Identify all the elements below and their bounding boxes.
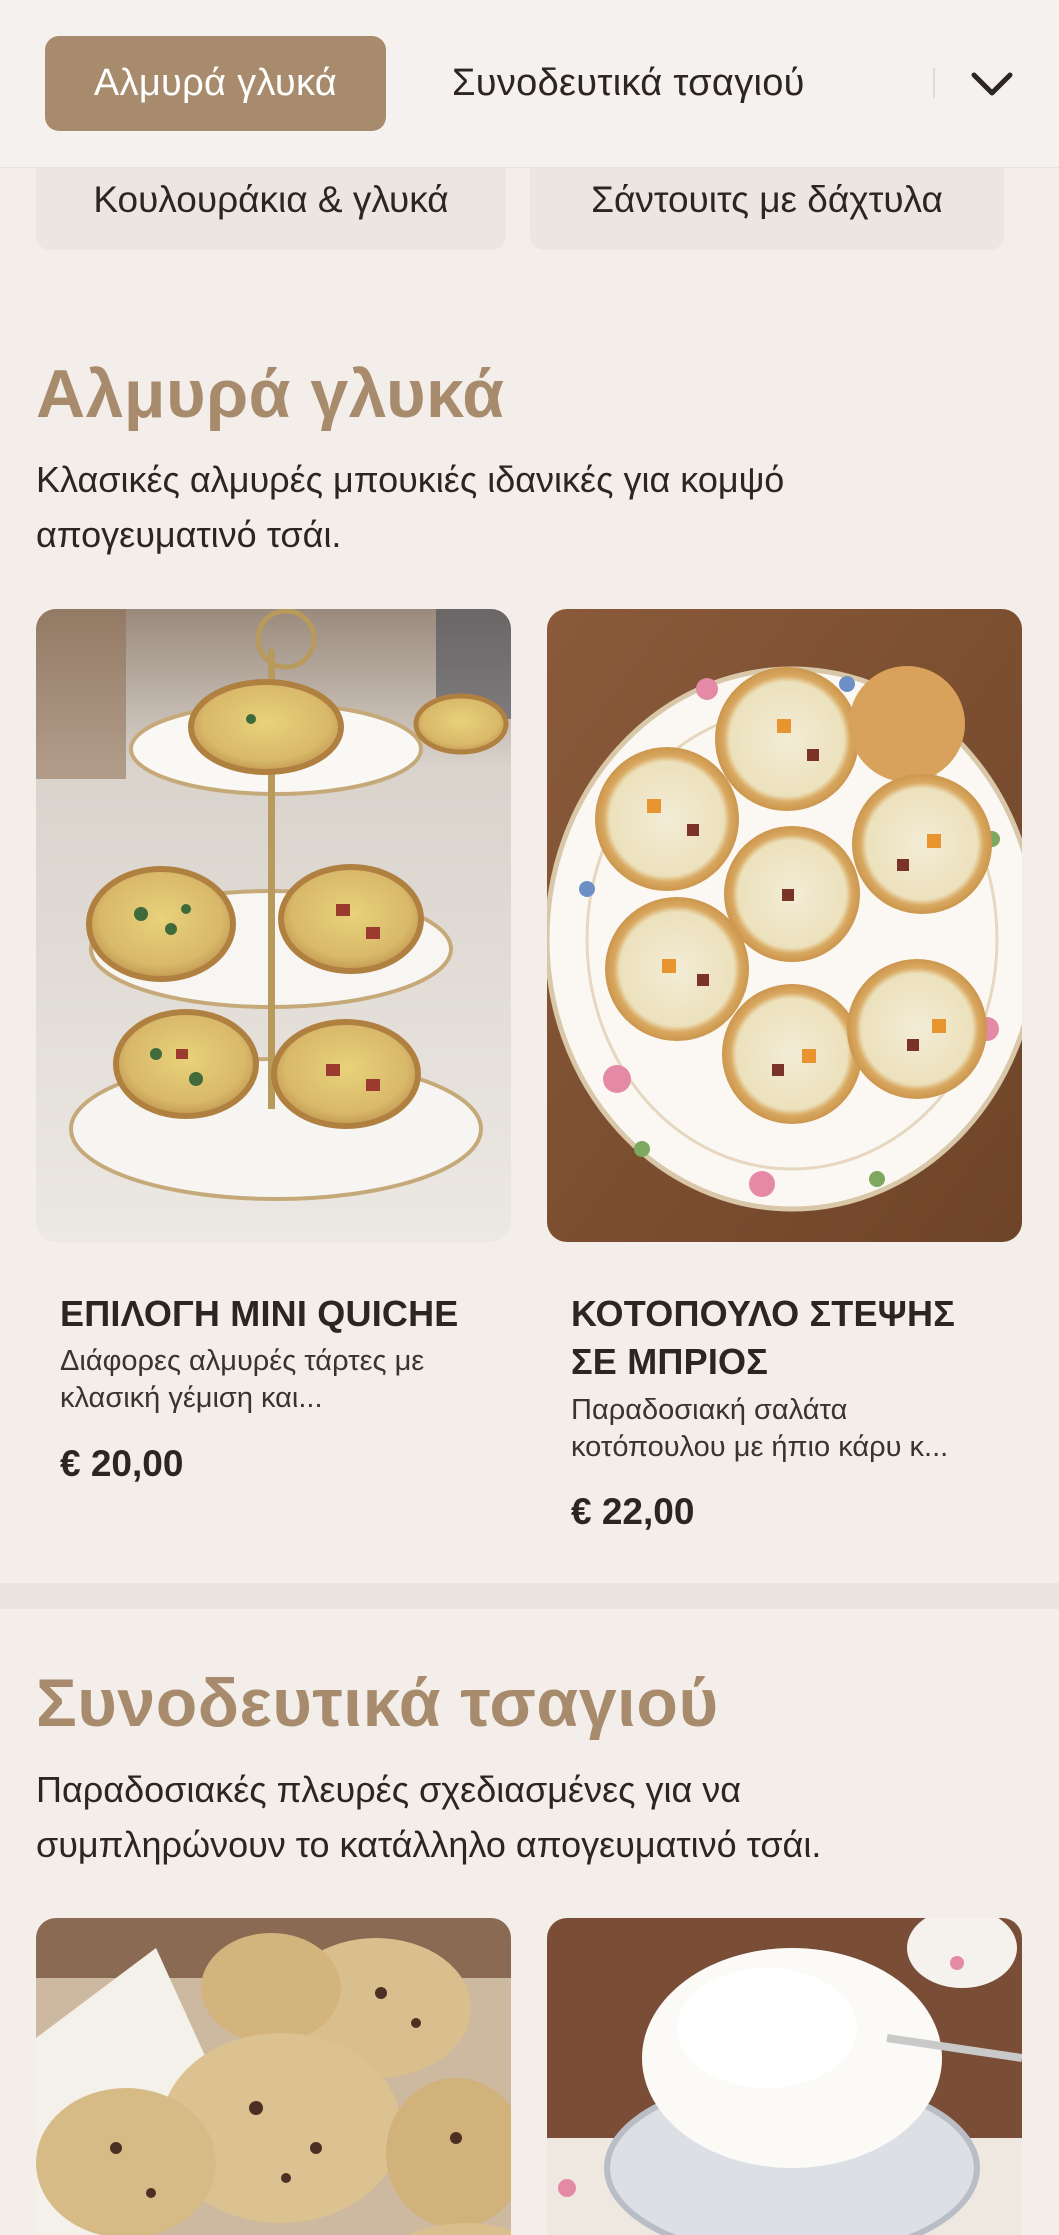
tab-savory[interactable]: Αλμυρά γλυκά [45, 36, 386, 131]
product-name[interactable]: ΚΟΤΟΠΟΥΛΟ ΣΤΕΨΗΣ ΣΕ ΜΠΡΙΟΣ [571, 1290, 1001, 1386]
product-price: € 22,00 [571, 1491, 695, 1532]
product-name[interactable]: ΕΠΙΛΟΓΗ MINI QUICHE [60, 1290, 490, 1338]
tab-divider [933, 68, 935, 98]
product-price: € 20,00 [60, 1443, 184, 1484]
product-image-mini-quiche[interactable] [36, 609, 511, 1242]
tab-tea-sides[interactable]: Συνοδευτικά τσαγιού [452, 36, 805, 131]
product-image-clotted-cream[interactable] [547, 1918, 1022, 2235]
product-description: Παραδοσιακή σαλάτα κοτόπουλου με ήπιο κά… [571, 1394, 949, 1463]
section-title-savory: Αλμυρά γλυκά [36, 356, 505, 432]
chevron-down-icon [971, 72, 1013, 96]
product-description: Διάφορες αλμυρές τάρτες με κλασική γέμισ… [60, 1345, 425, 1414]
section-title-tea-sides: Συνοδευτικά τσαγιού [36, 1665, 719, 1741]
section-description-tea-sides: Παραδοσιακές πλευρές σχεδιασμένες για να… [36, 1769, 822, 1865]
category-tab-bar: Αλμυρά γλυκά Συνοδευτικά τσαγιού [0, 0, 1059, 168]
product-image-coronation-chicken[interactable] [547, 609, 1022, 1242]
more-categories-button[interactable] [960, 52, 1024, 116]
section-description-savory: Κλασικές αλμυρές μπουκιές ιδανικές για κ… [36, 459, 785, 555]
product-image-scones[interactable] [36, 1918, 511, 2235]
section-divider [0, 1583, 1059, 1609]
